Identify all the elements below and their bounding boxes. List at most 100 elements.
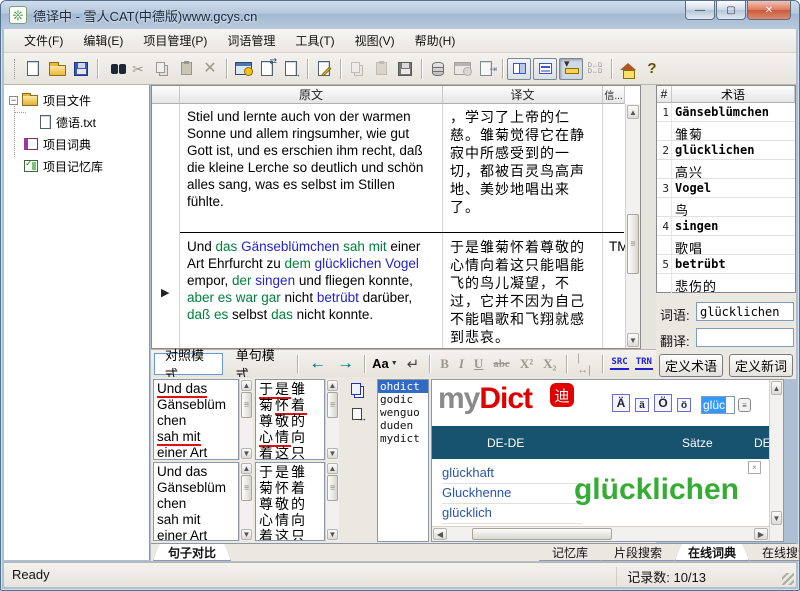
compare-scrollbar[interactable]: ▲▼ [239,462,253,541]
resize-grip-icon[interactable] [782,573,794,585]
trn-tag-icon[interactable]: TRN [635,357,653,370]
term-row[interactable]: 5betrübt [657,255,795,274]
open-file-icon[interactable] [45,57,69,81]
define-word-button[interactable]: 定义新词 [729,354,793,377]
dict-source-item[interactable]: ohdict [378,380,428,393]
menu-view[interactable]: 视图(V) [345,29,405,52]
superscript-icon[interactable]: X² [515,356,538,372]
view-edit-toggle-icon[interactable] [559,58,583,80]
swap-documents-icon[interactable]: ⇄ [255,57,279,81]
dict-source-item[interactable]: godic [378,393,428,406]
prev-segment-icon[interactable]: ← [303,355,331,373]
scroll-left-icon[interactable]: ◀ [433,528,447,540]
input-menu-icon[interactable]: ≡ [738,398,751,412]
tm-copy-icon[interactable] [345,57,369,81]
scroll-up-icon[interactable]: ▲ [771,381,782,395]
find-icon[interactable] [102,57,126,81]
tab-sentence-compare[interactable]: 句子对比 [153,544,231,561]
send-document-icon[interactable]: ⇥ [474,57,498,81]
grid-row1-source[interactable]: Stiel und lernte auch von der warmen Son… [182,106,440,212]
char-o-umlaut-button[interactable]: ö [677,398,691,412]
view-grid-toggle-icon[interactable] [507,58,531,80]
tree-expander-icon[interactable]: − [9,96,18,105]
term-row[interactable]: 雏菊 [657,122,795,141]
compare-scrollbar[interactable]: ▲▼ [325,379,339,460]
translation-input[interactable] [696,328,794,347]
cut-icon[interactable]: ✂ [126,57,150,81]
tree-item-project-files[interactable]: 项目文件 [43,92,91,109]
dict-vscrollbar[interactable]: ▲ ▼ [769,380,783,541]
dd-convert-icon[interactable]: D↔DD↔D [583,57,607,81]
term-row[interactable]: 3Vogel [657,179,795,198]
enter-icon[interactable]: ↵ [402,355,425,373]
project-settings-icon[interactable] [231,57,255,81]
delete-icon[interactable]: ✕ [198,57,222,81]
menu-tools[interactable]: 工具(T) [285,29,344,52]
define-term-button[interactable]: 定义术语 [659,354,723,377]
char-a-umlaut-button[interactable]: ä [635,398,649,412]
dict-source-item[interactable]: wenguo [378,406,428,419]
grid-header-source[interactable]: 原文 [180,86,443,104]
dict-result-link[interactable]: Gluckhenne [442,485,582,504]
scroll-right-icon[interactable]: ▶ [754,528,768,540]
menu-file[interactable]: 文件(F) [14,29,73,52]
close-button[interactable]: ✕ [747,1,791,20]
tm-save-icon[interactable] [393,57,417,81]
copy-result-icon[interactable] [347,381,367,399]
scroll-thumb[interactable] [627,214,639,274]
word-input[interactable] [696,302,794,321]
fullwidth-icon[interactable]: |↔| [572,352,596,376]
dict-result-link[interactable]: glücklich [442,505,582,524]
view-list-toggle-icon[interactable] [533,58,557,80]
dict-hscrollbar[interactable]: ◀ ▶ [432,526,769,541]
bold-icon[interactable]: B [435,356,454,372]
tree-item-file[interactable]: 德语.txt [56,114,96,131]
menu-terminology[interactable]: 词语管理 [217,29,285,52]
grid-row2-source[interactable]: Und das Gänseblümchen sah mit einer Art … [182,236,440,325]
compare-target-orig[interactable]: 于是雏菊怀着尊敬的心情向着这只 [255,462,325,541]
term-row[interactable]: 2glücklichen [657,141,795,160]
term-row[interactable]: 4singen [657,217,795,236]
grid-header-info[interactable]: 信... [603,86,625,104]
menu-project[interactable]: 项目管理(P) [133,29,217,52]
grid-row1-target[interactable]: ，学习了上帝的仁慈。雏菊觉得它在静寂中所感受到的一切，都被百灵鸟高声地、美妙地唱… [445,106,601,218]
menu-edit[interactable]: 编辑(E) [73,29,133,52]
home-icon[interactable] [616,57,640,81]
compare-scrollbar[interactable]: ▲▼ [239,379,253,460]
underline-icon[interactable]: U [469,356,488,372]
help-icon[interactable]: ? [640,57,664,81]
char-O-umlaut-button[interactable]: Ö [654,394,672,412]
compare-scrollbar[interactable]: ▲▼ [325,462,339,541]
term-row[interactable]: 鸟 [657,198,795,217]
dict-source-item[interactable]: mydict [378,432,428,445]
copy-icon[interactable] [150,57,174,81]
ad-close-icon[interactable]: × [748,461,761,474]
term-row[interactable]: 1Gänseblümchen [657,103,795,122]
new-file-icon[interactable] [21,57,45,81]
compare-source-orig[interactable]: Und dasGänseblümchensah miteiner Art [153,462,239,541]
char-A-umlaut-button[interactable]: Ä [612,394,630,412]
compare-source-edit[interactable]: Und dasGänseblümchensah miteiner Art [153,379,239,460]
maximize-button[interactable]: ▢ [716,1,746,20]
tab-memory[interactable]: 记忆库 [539,544,601,561]
nav-saetze[interactable]: Sätze [682,436,713,450]
font-caret-icon[interactable]: ▼ [391,360,402,367]
toolbar-grip[interactable] [14,59,17,79]
export-document-icon[interactable]: → [279,57,303,81]
tab-online-dict[interactable]: 在线词典 [675,544,749,561]
term-row[interactable]: 高兴 [657,160,795,179]
dict-search-input[interactable]: glüc [701,396,735,414]
grid-vscrollbar[interactable]: ▲ ▼ [625,104,640,348]
src-tag-icon[interactable]: SRC [610,357,628,370]
compare-target-edit[interactable]: 于是雏菊怀着尊敬的心情向着这只 [255,379,325,460]
strike-icon[interactable]: abc [488,358,515,370]
dict-result-link[interactable]: glückhaft [442,465,582,484]
grid-header-target[interactable]: 译文 [443,86,603,104]
scroll-down-icon[interactable]: ▼ [627,333,639,347]
term-row[interactable]: 悲伤的 [657,274,795,293]
subscript-icon[interactable]: X₂ [538,356,561,372]
save-icon[interactable] [69,57,93,81]
tab-fragment-search[interactable]: 片段搜索 [601,544,675,561]
tab-single-mode[interactable]: 单句模式 [226,353,293,375]
dict-source-item[interactable]: duden [378,419,428,432]
